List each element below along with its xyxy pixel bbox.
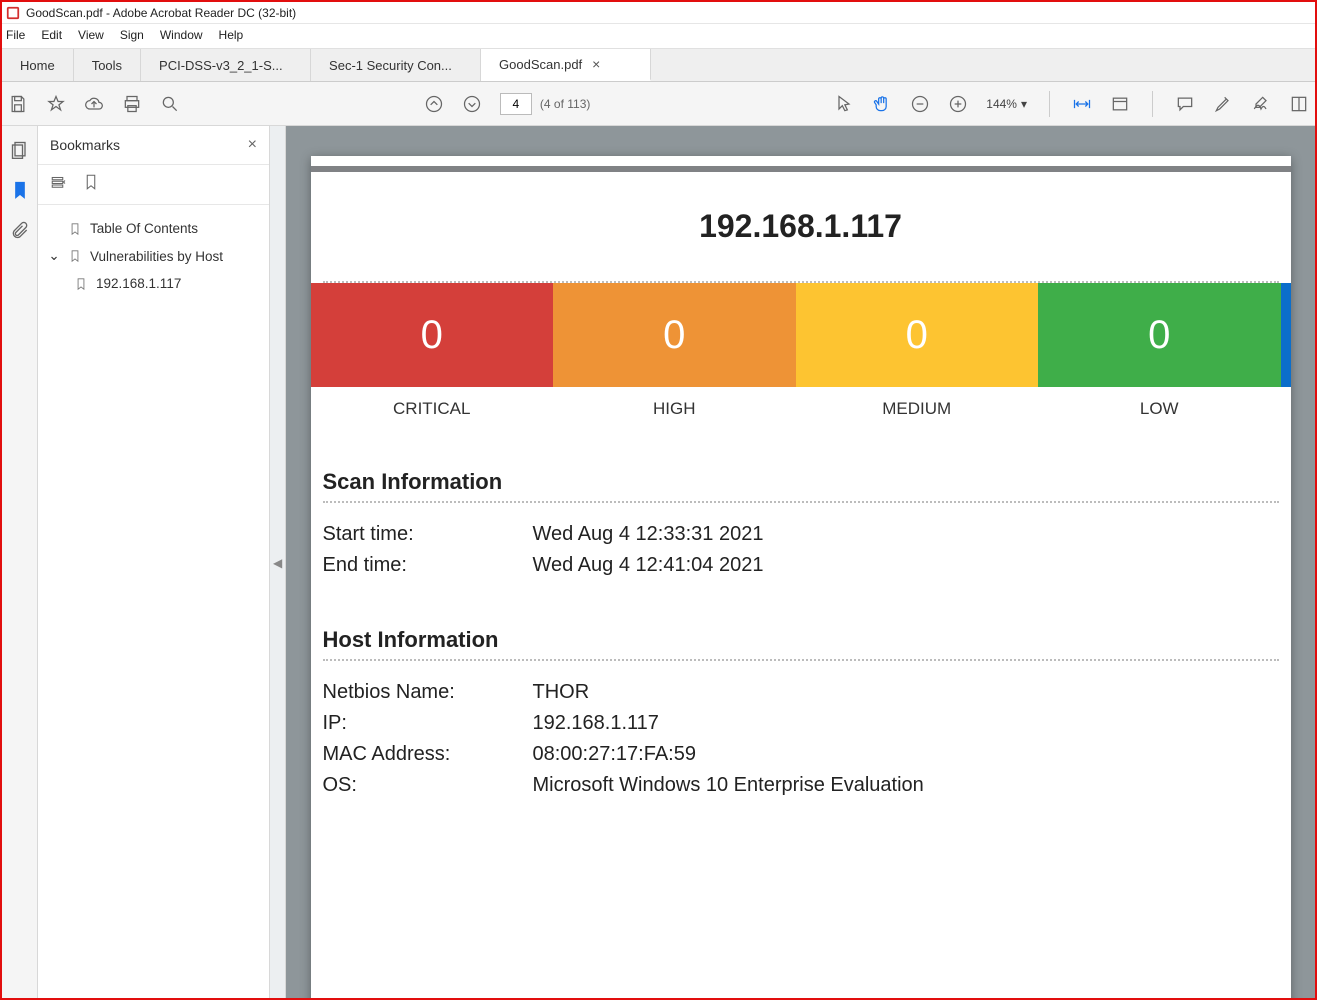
attachments-icon[interactable] xyxy=(10,220,30,240)
fit-width-icon[interactable] xyxy=(1072,94,1092,114)
zoom-dropdown[interactable]: 144% ▾ xyxy=(986,97,1027,111)
panel-collapse-gutter[interactable]: ◀ xyxy=(270,126,286,998)
separator xyxy=(1152,91,1153,117)
chevron-down-icon[interactable]: ⌄ xyxy=(48,248,60,264)
header-bar xyxy=(311,166,1291,172)
divider xyxy=(323,501,1279,503)
scan-info-title: Scan Information xyxy=(323,469,1279,495)
titlebar: GoodScan.pdf - Adobe Acrobat Reader DC (… xyxy=(2,2,1315,24)
end-time-label: End time: xyxy=(323,554,533,577)
close-panel-icon[interactable]: × xyxy=(248,136,257,154)
os-value: Microsoft Windows 10 Enterprise Evaluati… xyxy=(533,774,924,797)
netbios-label: Netbios Name: xyxy=(323,681,533,704)
main-toolbar: (4 of 113) 144% ▾ xyxy=(2,82,1315,126)
severity-labels: CRITICAL HIGH MEDIUM LOW xyxy=(311,399,1291,419)
collapse-handle-icon[interactable]: ◀ xyxy=(273,556,282,570)
severity-critical-label: CRITICAL xyxy=(311,399,554,419)
bookmark-vuln-host[interactable]: ⌄ Vulnerabilities by Host xyxy=(44,242,263,270)
star-icon[interactable] xyxy=(46,94,66,114)
menu-window[interactable]: Window xyxy=(160,26,203,44)
tab-goodscan[interactable]: GoodScan.pdf × xyxy=(481,49,651,81)
page-up-icon[interactable] xyxy=(424,94,444,114)
close-icon[interactable]: × xyxy=(592,56,600,72)
nav-rail xyxy=(2,126,38,998)
bookmark-host-ip[interactable]: 192.168.1.117 xyxy=(44,270,263,297)
menu-edit[interactable]: Edit xyxy=(41,26,62,44)
severity-critical-count: 0 xyxy=(311,283,554,387)
severity-high-label: HIGH xyxy=(553,399,796,419)
pointer-icon[interactable] xyxy=(834,94,854,114)
ip-label: IP: xyxy=(323,712,533,735)
document-viewport[interactable]: 192.168.1.117 0 0 0 0 CRITICAL HIGH MEDI… xyxy=(286,126,1315,998)
tab-bar: Home Tools PCI-DSS-v3_2_1-S... Sec-1 Sec… xyxy=(2,49,1315,82)
separator xyxy=(1049,91,1050,117)
end-time-value: Wed Aug 4 12:41:04 2021 xyxy=(533,554,764,577)
start-time-value: Wed Aug 4 12:33:31 2021 xyxy=(533,523,764,546)
mac-label: MAC Address: xyxy=(323,743,533,766)
mac-value: 08:00:27:17:FA:59 xyxy=(533,743,696,766)
start-time-label: Start time: xyxy=(323,523,533,546)
bookmarks-icon[interactable] xyxy=(10,180,30,200)
comment-icon[interactable] xyxy=(1175,94,1195,114)
new-bookmark-icon[interactable] xyxy=(82,173,100,194)
zoom-out-icon[interactable] xyxy=(910,94,930,114)
page-down-icon[interactable] xyxy=(462,94,482,114)
print-icon[interactable] xyxy=(122,94,142,114)
severity-high-count: 0 xyxy=(553,283,796,387)
menu-sign[interactable]: Sign xyxy=(120,26,144,44)
thumbnails-icon[interactable] xyxy=(10,140,30,160)
page-display-icon[interactable] xyxy=(1110,94,1130,114)
severity-bar: 0 0 0 0 xyxy=(311,283,1291,387)
ip-value: 192.168.1.117 xyxy=(533,712,659,735)
more-tools-icon[interactable] xyxy=(1289,94,1309,114)
sign-icon[interactable] xyxy=(1251,94,1271,114)
menubar: File Edit View Sign Window Help xyxy=(2,24,1315,49)
page-number-input[interactable] xyxy=(500,93,532,115)
window-title: GoodScan.pdf - Adobe Acrobat Reader DC (… xyxy=(26,6,296,20)
menu-view[interactable]: View xyxy=(78,26,104,44)
severity-low-count: 0 xyxy=(1038,283,1281,387)
cloud-upload-icon[interactable] xyxy=(84,94,104,114)
tab-sec1[interactable]: Sec-1 Security Con... xyxy=(311,49,481,81)
bookmarks-panel: Bookmarks × Table Of Contents ⌄ Vulnerab… xyxy=(38,126,270,998)
chevron-down-icon: ▾ xyxy=(1021,97,1027,111)
severity-info-sliver xyxy=(1281,283,1291,387)
tab-tools[interactable]: Tools xyxy=(74,49,141,81)
menu-help[interactable]: Help xyxy=(219,26,244,44)
bookmark-options-icon[interactable] xyxy=(50,173,68,194)
severity-medium-count: 0 xyxy=(796,283,1039,387)
save-icon[interactable] xyxy=(8,94,28,114)
tab-pci-dss[interactable]: PCI-DSS-v3_2_1-S... xyxy=(141,49,311,81)
severity-medium-label: MEDIUM xyxy=(796,399,1039,419)
divider xyxy=(323,659,1279,661)
page-count: (4 of 113) xyxy=(540,97,590,111)
netbios-value: THOR xyxy=(533,681,590,704)
pdf-icon xyxy=(6,6,20,20)
highlight-icon[interactable] xyxy=(1213,94,1233,114)
zoom-in-icon[interactable] xyxy=(948,94,968,114)
page: 192.168.1.117 0 0 0 0 CRITICAL HIGH MEDI… xyxy=(311,156,1291,998)
host-info-title: Host Information xyxy=(323,627,1279,653)
menu-file[interactable]: File xyxy=(6,26,25,44)
host-ip-title: 192.168.1.117 xyxy=(311,208,1291,245)
tab-home[interactable]: Home xyxy=(2,49,74,81)
severity-low-label: LOW xyxy=(1038,399,1281,419)
hand-icon[interactable] xyxy=(872,94,892,114)
bookmarks-title: Bookmarks xyxy=(50,137,120,153)
bookmark-toc[interactable]: Table Of Contents xyxy=(44,215,263,242)
os-label: OS: xyxy=(323,774,533,797)
find-icon[interactable] xyxy=(160,94,180,114)
